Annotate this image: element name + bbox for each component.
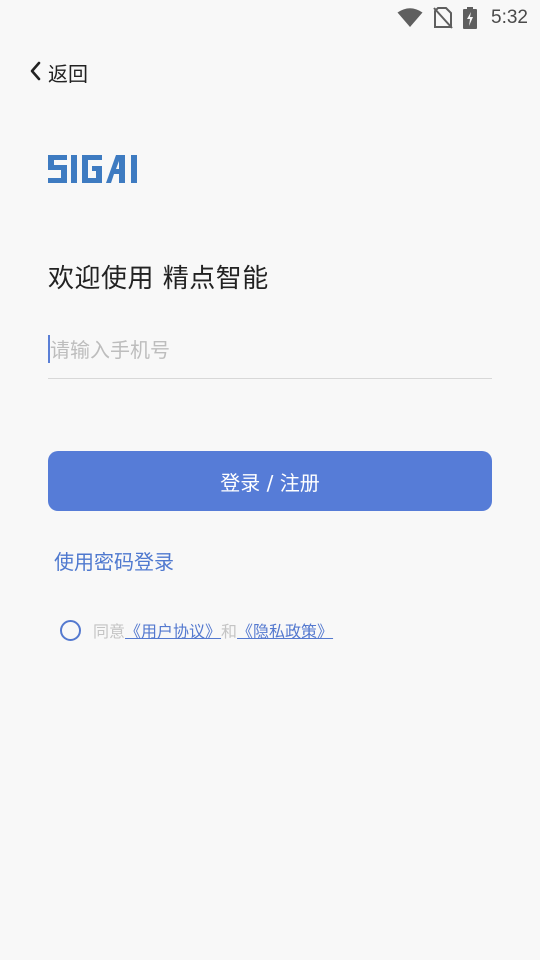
back-button[interactable]: 返回 xyxy=(28,58,88,87)
agreement-prefix: 同意 xyxy=(93,622,126,641)
battery-charging-icon xyxy=(463,7,478,29)
login-screen: 5:32 返回 欢迎使用 精点智能 请输入手机号 登录 / 注册 使用密码登录 … xyxy=(0,0,540,960)
status-bar: 5:32 xyxy=(0,0,540,36)
wifi-icon xyxy=(397,8,423,28)
agreement-row: 同意 《用户协议》 和 《隐私政策》 xyxy=(60,618,333,642)
status-time: 5:32 xyxy=(491,7,528,28)
no-sim-icon xyxy=(433,7,453,29)
text-caret xyxy=(48,335,50,363)
login-register-button[interactable]: 登录 / 注册 xyxy=(48,451,492,511)
agreement-conjunction: 和 xyxy=(221,622,238,641)
privacy-policy-link[interactable]: 《隐私政策》 xyxy=(237,618,333,642)
agreement-radio[interactable] xyxy=(60,619,81,641)
back-label: 返回 xyxy=(48,62,88,86)
user-agreement-link[interactable]: 《用户协议》 xyxy=(125,618,221,642)
phone-input[interactable] xyxy=(48,330,492,370)
password-login-link[interactable]: 使用密码登录 xyxy=(54,546,174,575)
phone-field-container xyxy=(48,330,492,379)
welcome-title: 欢迎使用 精点智能 xyxy=(48,264,269,294)
chevron-left-icon xyxy=(28,60,42,86)
sigai-logo xyxy=(47,152,147,190)
